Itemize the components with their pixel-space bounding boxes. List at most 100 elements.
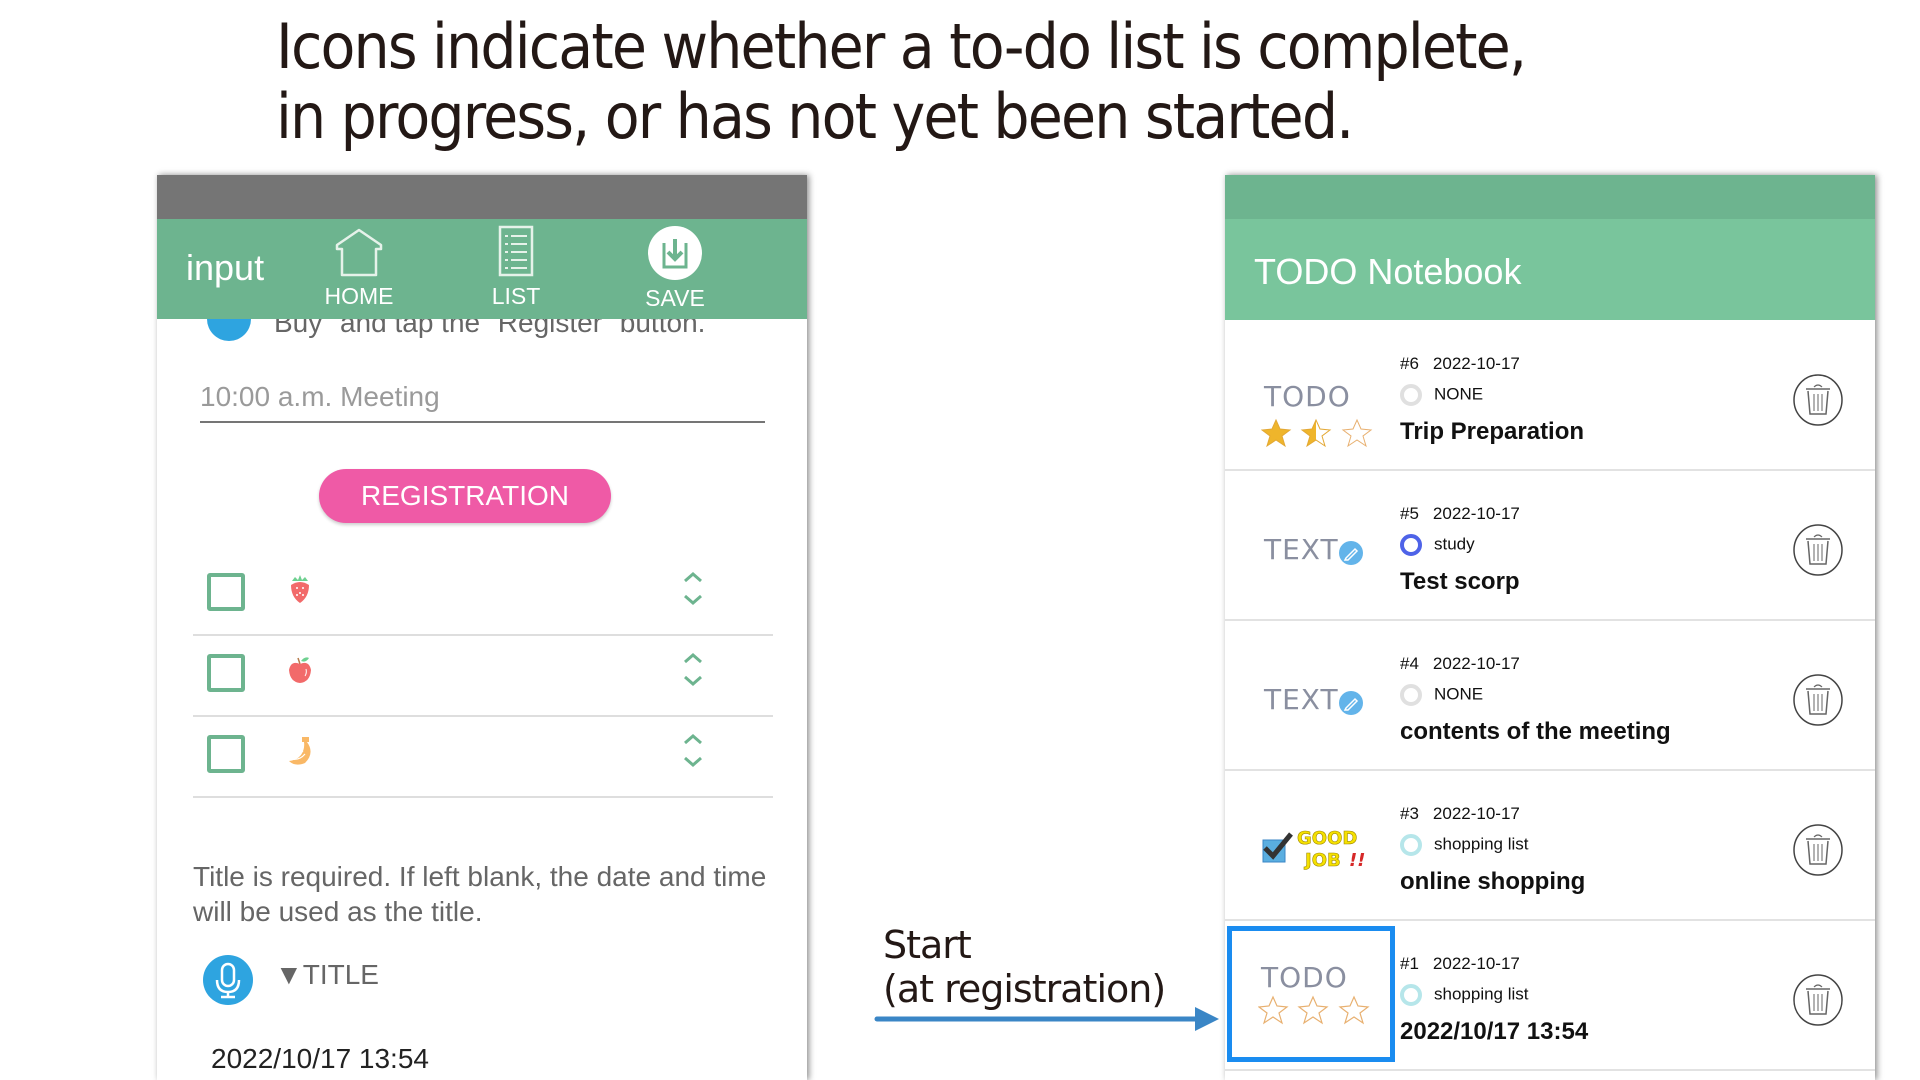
row-title: Test scorp bbox=[1400, 568, 1520, 595]
row-title: Trip Preparation bbox=[1400, 418, 1585, 445]
home-label: HOME bbox=[324, 283, 394, 309]
headline-line2: in progress, or has not yet been started… bbox=[276, 80, 1354, 153]
screen-title: input bbox=[186, 247, 265, 288]
category-label: study bbox=[1434, 534, 1475, 554]
row-date: 2022-10-17 bbox=[1432, 654, 1520, 673]
svg-text:GOOD: GOOD bbox=[1297, 828, 1357, 849]
trash-icon[interactable] bbox=[1793, 674, 1843, 726]
status-bar bbox=[1225, 175, 1875, 219]
todo-row[interactable]: TODO #6 2022-10-17 NONE Trip Preparation bbox=[1225, 320, 1875, 471]
row-title: online shopping bbox=[1400, 868, 1586, 895]
save-icon bbox=[648, 226, 702, 280]
row-meta: #5 2022-10-17 bbox=[1400, 504, 1520, 524]
trash-icon[interactable] bbox=[1793, 824, 1843, 876]
headline: Icons indicate whether a to-do list is c… bbox=[276, 12, 1656, 152]
annotation-arrow-icon bbox=[874, 1007, 1219, 1031]
status-icon-in-progress: TODO bbox=[1235, 328, 1395, 461]
svg-text:!!: !! bbox=[1349, 850, 1365, 871]
list-icon bbox=[498, 225, 534, 277]
category-label: shopping list bbox=[1434, 984, 1529, 1004]
category-ring-icon bbox=[1400, 684, 1422, 706]
trash-icon[interactable] bbox=[1793, 374, 1843, 426]
save-label: SAVE bbox=[645, 285, 705, 311]
app-title: TODO Notebook bbox=[1254, 251, 1522, 292]
input-screen: input HOME LIST SAVE Buy" and tap the "R… bbox=[157, 175, 807, 1080]
row-meta: #6 2022-10-17 bbox=[1400, 354, 1520, 374]
microphone-icon bbox=[215, 962, 241, 999]
category-ring-icon bbox=[1400, 834, 1422, 856]
status-icon-complete: GOOD JOB !! bbox=[1235, 778, 1395, 911]
meeting-input[interactable]: 10:00 a.m. Meeting bbox=[200, 381, 765, 423]
todo-row[interactable]: TEXT #5 2022-10-17 study Test scorp bbox=[1225, 470, 1875, 621]
pencil-icon bbox=[1339, 691, 1363, 715]
row-number: #1 bbox=[1400, 954, 1419, 973]
row-date: 2022-10-17 bbox=[1432, 954, 1520, 973]
row-category: shopping list bbox=[1400, 984, 1529, 1006]
list-item bbox=[193, 634, 773, 717]
row-number: #5 bbox=[1400, 504, 1419, 523]
item-checkbox[interactable] bbox=[207, 573, 245, 611]
category-ring-icon bbox=[1400, 384, 1422, 406]
row-category: study bbox=[1400, 534, 1475, 556]
todo-row[interactable]: TEXT #4 2022-10-17 NONE contents of the m… bbox=[1225, 620, 1875, 771]
registration-button[interactable]: REGISTRATION bbox=[319, 469, 611, 523]
home-button[interactable]: HOME bbox=[304, 225, 414, 310]
annotation-line1: Start bbox=[883, 923, 972, 967]
title-label: ▼TITLE bbox=[275, 959, 379, 990]
row-meta: #3 2022-10-17 bbox=[1400, 804, 1520, 824]
apple-icon bbox=[289, 657, 311, 683]
list-item bbox=[193, 553, 773, 636]
row-meta: #1 2022-10-17 bbox=[1400, 954, 1520, 974]
row-date: 2022-10-17 bbox=[1432, 804, 1520, 823]
microphone-button[interactable] bbox=[203, 955, 253, 1005]
row-date: 2022-10-17 bbox=[1432, 354, 1520, 373]
save-button[interactable]: SAVE bbox=[620, 225, 730, 312]
category-label: NONE bbox=[1434, 384, 1484, 404]
banana-icon bbox=[289, 737, 311, 765]
list-toolbar: TODO Notebook bbox=[1225, 219, 1875, 320]
trash-icon[interactable] bbox=[1793, 524, 1843, 576]
svg-text:JOB: JOB bbox=[1303, 850, 1341, 871]
text-label: TEXT bbox=[1264, 683, 1339, 716]
reorder-handle[interactable] bbox=[681, 731, 705, 771]
text-label: TEXT bbox=[1264, 533, 1339, 566]
category-label: shopping list bbox=[1434, 834, 1529, 854]
item-checkbox[interactable] bbox=[207, 654, 245, 692]
reorder-handle[interactable] bbox=[681, 569, 705, 609]
status-bar bbox=[157, 175, 807, 219]
item-checkbox[interactable] bbox=[207, 735, 245, 773]
category-label: NONE bbox=[1434, 684, 1484, 704]
list-item bbox=[193, 715, 773, 798]
category-ring-icon bbox=[1400, 984, 1422, 1006]
todo-label: TODO bbox=[1264, 380, 1351, 413]
todo-label: TODO bbox=[1261, 961, 1348, 994]
pencil-icon bbox=[1339, 541, 1363, 565]
row-meta: #4 2022-10-17 bbox=[1400, 654, 1520, 674]
status-icon-text: TEXT bbox=[1235, 628, 1395, 761]
annotation-label: Start (at registration) bbox=[883, 923, 1166, 1011]
row-category: NONE bbox=[1400, 384, 1483, 406]
reorder-handle[interactable] bbox=[681, 650, 705, 690]
title-input[interactable]: 2022/10/17 13:54 bbox=[211, 1043, 429, 1075]
row-category: NONE bbox=[1400, 684, 1483, 706]
row-title: 2022/10/17 13:54 bbox=[1400, 1018, 1589, 1045]
list-label: LIST bbox=[491, 283, 541, 309]
row-category: shopping list bbox=[1400, 834, 1529, 856]
input-toolbar: input HOME LIST SAVE bbox=[157, 219, 807, 319]
rating-stars-icon bbox=[1258, 995, 1370, 1025]
row-number: #6 bbox=[1400, 354, 1419, 373]
trash-icon[interactable] bbox=[1793, 974, 1843, 1026]
status-icon-text: TEXT bbox=[1235, 478, 1395, 611]
row-number: #3 bbox=[1400, 804, 1419, 823]
row-date: 2022-10-17 bbox=[1432, 504, 1520, 523]
headline-line1: Icons indicate whether a to-do list is c… bbox=[276, 10, 1527, 83]
row-title: contents of the meeting bbox=[1400, 718, 1671, 745]
list-button[interactable]: LIST bbox=[461, 225, 571, 310]
rating-stars-icon bbox=[1261, 418, 1373, 448]
status-icon-not-started: TODO bbox=[1227, 926, 1395, 1062]
good-job-icon: GOOD JOB !! bbox=[1262, 828, 1365, 871]
todo-row[interactable]: TODO #1 2022-10-17 shopping list 2022/10/… bbox=[1225, 920, 1875, 1071]
title-note: Title is required. If left blank, the da… bbox=[193, 861, 767, 927]
category-ring-icon bbox=[1400, 534, 1422, 556]
todo-row[interactable]: GOOD JOB !! #3 2022-10-17 shopping list o… bbox=[1225, 770, 1875, 921]
